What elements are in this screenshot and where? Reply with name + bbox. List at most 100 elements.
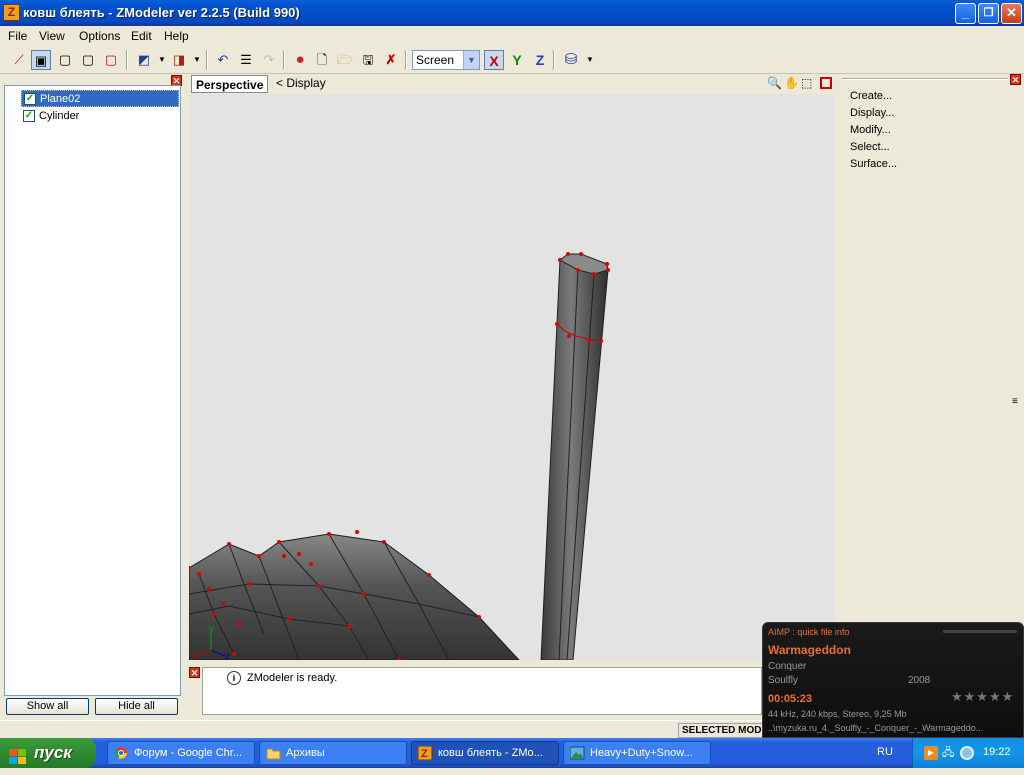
minimize-button[interactable]: _ — [955, 3, 976, 24]
command-create[interactable]: Create... — [850, 90, 892, 102]
group-mode-icon[interactable]: ▢ — [78, 50, 98, 70]
maximize-viewport-icon[interactable] — [820, 77, 832, 89]
face-mode-icon[interactable]: ▣ — [31, 50, 51, 70]
delete-icon[interactable]: ✗ — [381, 50, 401, 70]
task-chrome[interactable]: Форум - Google Chr... — [107, 741, 255, 765]
task-zmodeler[interactable]: Z ковш блеять - ZMo... — [411, 741, 559, 765]
zoom-region-icon[interactable]: ⬚ — [801, 76, 812, 90]
objects-tree[interactable]: ✓ Plane02 ✓ Cylinder — [4, 85, 181, 696]
aimp-time: 00:05:23 — [768, 693, 813, 705]
splitter-grip-icon[interactable]: ≡ — [1012, 396, 1018, 407]
tray-app-icon[interactable] — [960, 746, 974, 760]
vertex-mode-icon[interactable]: ⟋ — [9, 50, 29, 70]
viewport: Perspective < Display 🔍 ✋ ⬚ y x z — [188, 74, 836, 662]
command-modify[interactable]: Modify... — [850, 124, 891, 136]
clock: 19:22 — [983, 746, 1011, 758]
command-select[interactable]: Select... — [850, 141, 890, 153]
tree-item-plane02[interactable]: ✓ Plane02 — [21, 90, 179, 107]
menu-bar: File View Options Edit Help — [0, 26, 1024, 45]
task-label: ковш блеять - ZMo... — [438, 747, 543, 759]
start-button[interactable]: пуск — [0, 738, 96, 768]
axis-x-toggle[interactable]: X — [484, 50, 504, 70]
tab-perspective[interactable]: Perspective — [191, 75, 269, 93]
windows-logo-icon — [9, 745, 27, 764]
network-icon[interactable]: 🖧 — [942, 746, 956, 760]
chevron-down-icon: ▼ — [463, 51, 479, 69]
aimp-file-info-popup[interactable]: AIMP : quick file info Warmageddon Conqu… — [762, 622, 1024, 738]
new-file-icon[interactable]: 🗋 — [312, 50, 332, 70]
zoom-icon[interactable]: 🔍 — [767, 76, 782, 90]
axis-x-label: x — [193, 651, 198, 660]
app-icon[interactable]: Z — [3, 4, 20, 21]
restore-button[interactable]: ❐ — [978, 3, 999, 24]
open-folder-icon[interactable]: 🗁 — [335, 50, 355, 70]
command-surface[interactable]: Surface... — [850, 158, 897, 170]
task-archives[interactable]: Архивы — [259, 741, 407, 765]
cylinder-tool-icon[interactable]: ⛁ — [561, 50, 581, 70]
history-icon[interactable]: ☰ — [236, 50, 256, 70]
chevron-down-icon[interactable]: ▼ — [580, 50, 600, 70]
viewport-canvas[interactable]: y x z — [189, 94, 835, 660]
display-menu[interactable]: < Display — [276, 76, 326, 90]
aimp-artist: Soulfly — [768, 675, 799, 686]
aimp-format: 44 kHz, 240 kbps, Stereo, 9,25 Mb — [768, 709, 907, 719]
hidden-mode-icon[interactable]: ▢ — [101, 50, 121, 70]
svg-text:Z: Z — [421, 748, 428, 760]
language-indicator[interactable]: RU — [877, 746, 893, 758]
checkbox-icon[interactable]: ✓ — [23, 110, 35, 122]
aimp-tray-icon[interactable]: ▶ — [924, 746, 938, 760]
info-icon: i — [227, 671, 241, 685]
menu-file[interactable]: File — [8, 29, 27, 43]
checkbox-icon[interactable]: ✓ — [24, 93, 36, 105]
undo-icon[interactable]: ↶ — [213, 50, 233, 70]
save-icon[interactable]: 🖫 — [358, 50, 378, 70]
coordinate-space-select[interactable]: Screen ▼ — [412, 50, 480, 70]
aimp-path: ..\myzuka.ru_4._Soulfly_-_Conquer_-_Warm… — [768, 723, 984, 733]
select-tool-icon[interactable]: ◩ — [134, 50, 154, 70]
menu-options[interactable]: Options — [79, 29, 120, 43]
toolbar: ⟋ ▣ ▢ ▢ ▢ ◩ ▼ ◨ ▼ ↶ ☰ ↷ ● 🗋 🗁 🖫 ✗ Screen… — [0, 46, 1024, 74]
window-title: ковш блеять - ZModeler ver 2.2.5 (Build … — [23, 5, 300, 20]
log-panel: ✕ i ZModeler is ready. — [188, 665, 762, 717]
task-label: Архивы — [286, 747, 325, 759]
tree-item-label: Cylinder — [39, 110, 80, 122]
log-message: ZModeler is ready. — [247, 672, 338, 684]
task-image-viewer[interactable]: Heavy+Duty+Snow... — [563, 741, 711, 765]
axis-y-toggle[interactable]: Y — [507, 50, 527, 70]
aimp-rating[interactable]: ★★★★★ — [951, 689, 1014, 705]
menu-help[interactable]: Help — [164, 29, 189, 43]
base-mesh — [189, 530, 520, 660]
axis-y-label: y — [209, 624, 214, 635]
redo-icon[interactable]: ↷ — [259, 50, 279, 70]
chevron-down-icon[interactable]: ▼ — [187, 50, 207, 70]
chrome-icon — [114, 746, 129, 760]
pan-icon[interactable]: ✋ — [784, 76, 799, 90]
move-tool-icon[interactable]: ◨ — [169, 50, 189, 70]
menu-edit[interactable]: Edit — [131, 29, 152, 43]
viewport-header: Perspective < Display 🔍 ✋ ⬚ — [188, 74, 836, 94]
start-label: пуск — [34, 743, 72, 762]
axis-z-toggle[interactable]: Z — [530, 50, 550, 70]
task-label: Heavy+Duty+Snow... — [590, 747, 693, 759]
model-render: y x z — [189, 252, 610, 660]
hide-all-button[interactable]: Hide all — [95, 698, 178, 715]
folder-icon — [266, 746, 281, 760]
aimp-year: 2008 — [908, 675, 931, 686]
aimp-album: Conquer — [768, 661, 807, 672]
close-button[interactable]: ✕ — [1001, 3, 1022, 24]
title-bar[interactable]: Z ковш блеять - ZModeler ver 2.2.5 (Buil… — [0, 0, 1024, 26]
taskbar: пуск Форум - Google Chr... Архивы Z ковш… — [0, 738, 1024, 768]
menu-view[interactable]: View — [39, 29, 65, 43]
object-mode-icon[interactable]: ▢ — [55, 50, 75, 70]
tree-item-cylinder[interactable]: ✓ Cylinder — [21, 108, 179, 125]
close-icon[interactable]: ✕ — [1010, 74, 1021, 85]
system-tray: ▶ 🖧 19:22 — [912, 738, 1024, 768]
close-icon[interactable]: ✕ — [189, 667, 200, 678]
command-display[interactable]: Display... — [850, 107, 894, 119]
record-icon[interactable]: ● — [290, 50, 310, 70]
aimp-header: AIMP : quick file info — [768, 627, 850, 637]
aimp-track-title: Warmageddon — [768, 643, 851, 657]
mode-indicator: SELECTED MODE — [678, 723, 768, 738]
log-output[interactable]: i ZModeler is ready. — [202, 667, 762, 715]
show-all-button[interactable]: Show all — [6, 698, 89, 715]
